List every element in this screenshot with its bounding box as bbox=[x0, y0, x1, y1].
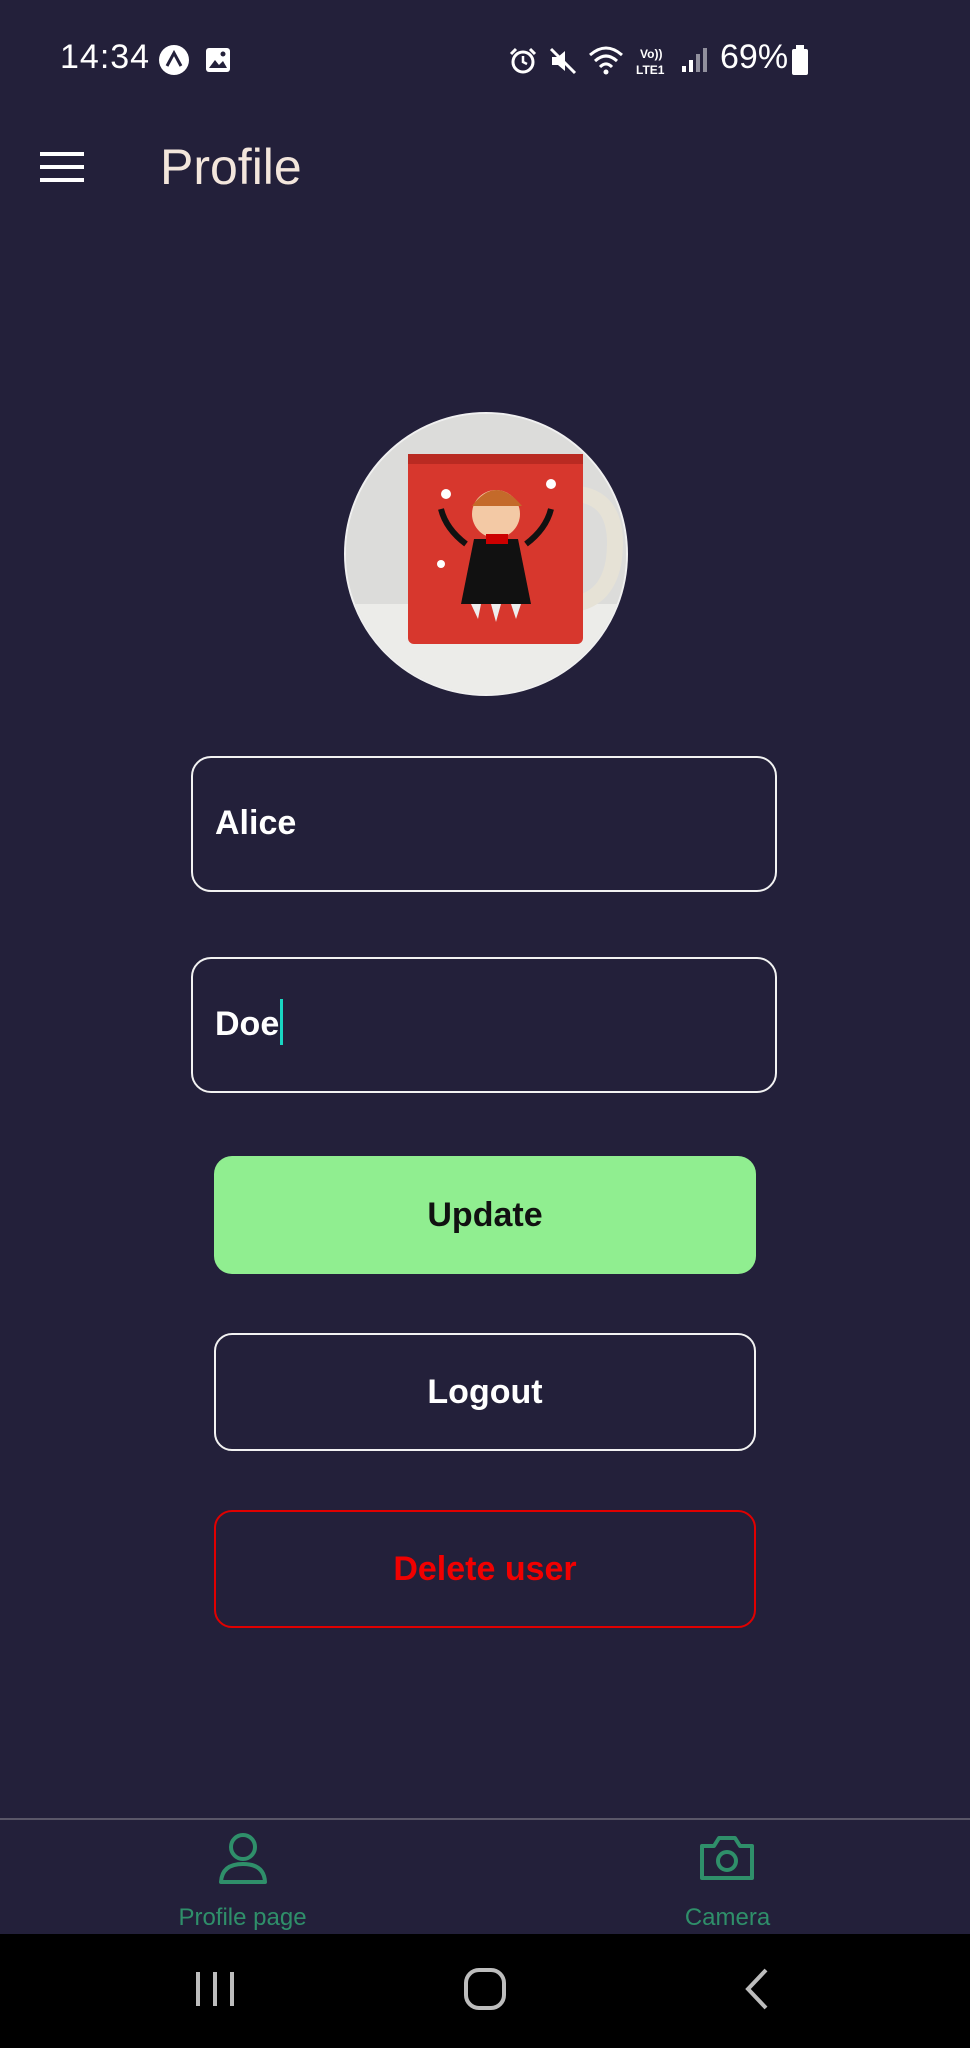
first-name-input[interactable]: Alice bbox=[191, 756, 777, 892]
wifi-icon bbox=[589, 46, 623, 75]
delete-user-button[interactable]: Delete user bbox=[214, 1510, 756, 1628]
tab-profile-page[interactable]: Profile page bbox=[0, 1822, 485, 1934]
text-caret bbox=[280, 999, 284, 1046]
gallery-icon bbox=[206, 48, 230, 72]
avatar-photo bbox=[346, 414, 626, 694]
person-icon bbox=[219, 1833, 267, 1884]
svg-text:Vo)): Vo)) bbox=[640, 47, 662, 61]
battery-icon bbox=[792, 45, 808, 75]
last-name-value: Doe bbox=[215, 999, 284, 1046]
avatar[interactable] bbox=[344, 412, 628, 696]
svg-text:LTE1: LTE1 bbox=[636, 63, 665, 77]
battery-percent: 69% bbox=[720, 38, 789, 76]
page-title: Profile bbox=[160, 139, 302, 195]
status-time: 14:34 bbox=[60, 38, 151, 76]
mute-icon bbox=[549, 47, 577, 75]
tab-label-camera: Camera bbox=[684, 1904, 771, 1931]
tab-camera[interactable]: Camera bbox=[485, 1822, 970, 1934]
update-button[interactable]: Update bbox=[214, 1156, 756, 1274]
tab-label-profile: Profile page bbox=[178, 1904, 307, 1931]
tab-divider bbox=[0, 1818, 970, 1820]
status-bar: 14:34 Vo)) LTE1 69% bbox=[0, 0, 970, 120]
home-icon[interactable] bbox=[462, 1964, 508, 2014]
recent-apps-icon[interactable] bbox=[192, 1964, 238, 2014]
system-nav-bar bbox=[0, 1934, 970, 2048]
first-name-value: Alice bbox=[215, 804, 297, 842]
alarm-icon bbox=[509, 47, 537, 74]
menu-icon[interactable] bbox=[40, 150, 84, 184]
alert-app-icon bbox=[159, 45, 189, 75]
signal-icon bbox=[682, 48, 707, 72]
logout-button[interactable]: Logout bbox=[214, 1333, 756, 1451]
volte-icon: Vo)) LTE1 bbox=[636, 47, 665, 77]
last-name-input[interactable]: Doe bbox=[191, 957, 777, 1093]
camera-icon bbox=[700, 1836, 754, 1880]
back-icon[interactable] bbox=[738, 1964, 778, 2014]
